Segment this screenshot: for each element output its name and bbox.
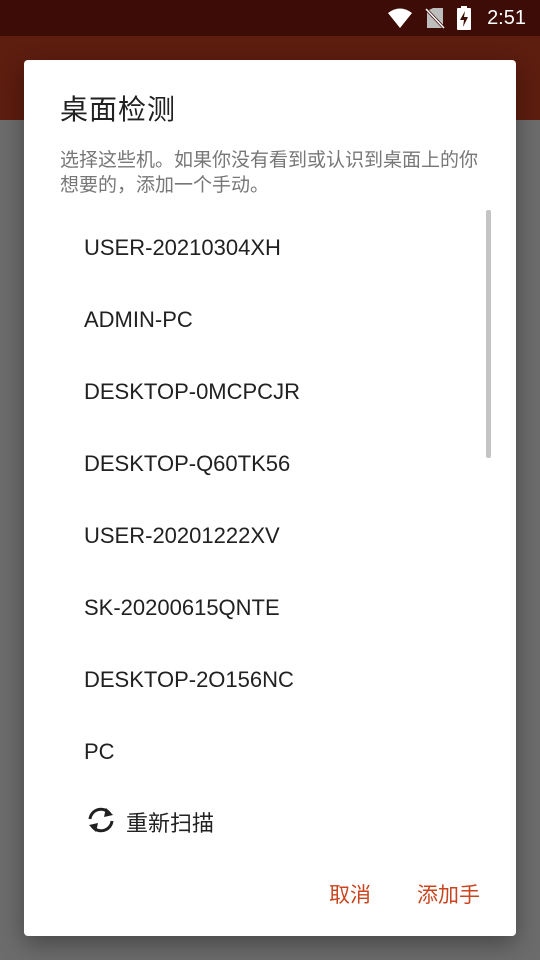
desktop-detect-dialog: 桌面检测 选择这些机。如果你没有看到或认识到桌面上的你想要的，添加一个手动。 U… xyxy=(24,60,516,936)
dialog-message: 选择这些机。如果你没有看到或认识到桌面上的你想要的，添加一个手动。 xyxy=(60,149,479,196)
device-list[interactable]: USER-20210304XH ADMIN-PC DESKTOP-0MCPCJR… xyxy=(24,212,516,860)
device-item-desktop-0mcpcjr[interactable]: DESKTOP-0MCPCJR xyxy=(84,356,464,428)
no-sim-icon xyxy=(425,7,446,29)
device-item-pc[interactable]: PC xyxy=(84,716,464,788)
battery-charging-icon xyxy=(457,6,472,30)
device-item-desktop-2o156nc[interactable]: DESKTOP-2O156NC xyxy=(84,644,464,716)
device-item-admin-pc[interactable]: ADMIN-PC xyxy=(84,284,464,356)
rescan-label: 重新扫描 xyxy=(126,812,215,837)
dialog-title: 桌面检测 xyxy=(60,93,177,126)
status-clock: 2:51 xyxy=(487,6,526,29)
add-manual-button[interactable]: 添加手 xyxy=(417,879,480,909)
cancel-button[interactable]: 取消 xyxy=(329,879,371,909)
device-item-desktop-q60tk56[interactable]: DESKTOP-Q60TK56 xyxy=(84,428,464,500)
wifi-icon xyxy=(387,7,413,29)
rescan-button[interactable]: 重新扫描 xyxy=(84,796,384,848)
status-bar: 2:51 xyxy=(0,0,540,36)
device-item-user-20210304xh[interactable]: USER-20210304XH xyxy=(84,212,464,284)
list-scrollbar[interactable] xyxy=(486,210,491,458)
device-item-sk-20200615qnte[interactable]: SK-20200615QNTE xyxy=(84,572,464,644)
refresh-icon xyxy=(84,805,118,839)
dialog-actions: 取消 添加手 xyxy=(329,872,480,916)
device-item-user-20201222xv[interactable]: USER-20201222XV xyxy=(84,500,464,572)
